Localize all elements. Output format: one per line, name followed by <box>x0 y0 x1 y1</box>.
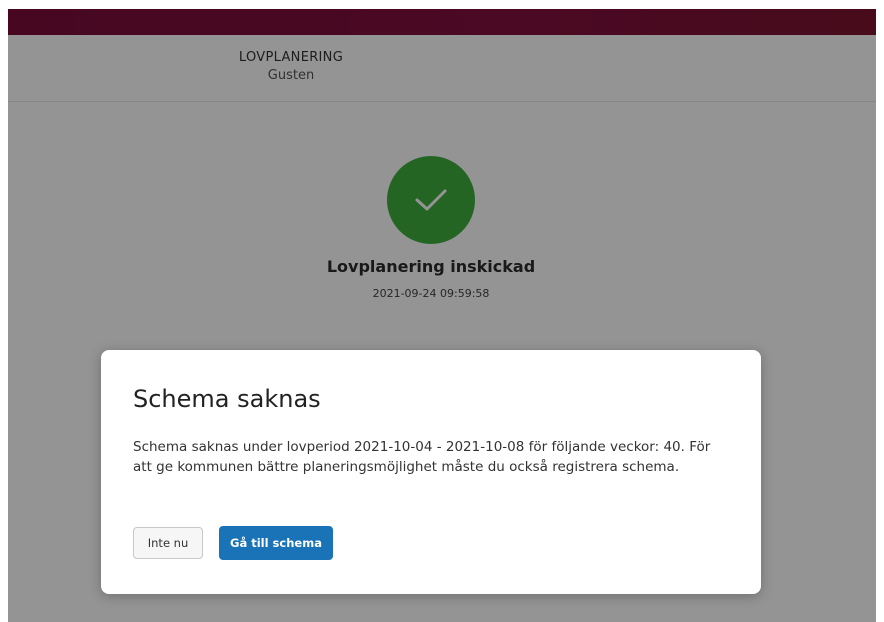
app-window: LOVPLANERING Gusten Lovplanering inskick… <box>8 9 876 622</box>
dialog-title: Schema saknas <box>133 385 321 413</box>
dialog-message: Schema saknas under lovperiod 2021-10-04… <box>133 439 711 475</box>
go-to-schedule-button[interactable]: Gå till schema <box>219 526 333 560</box>
missing-schedule-dialog: Schema saknas Schema saknas under lovper… <box>101 350 761 594</box>
not-now-button[interactable]: Inte nu <box>133 527 203 559</box>
